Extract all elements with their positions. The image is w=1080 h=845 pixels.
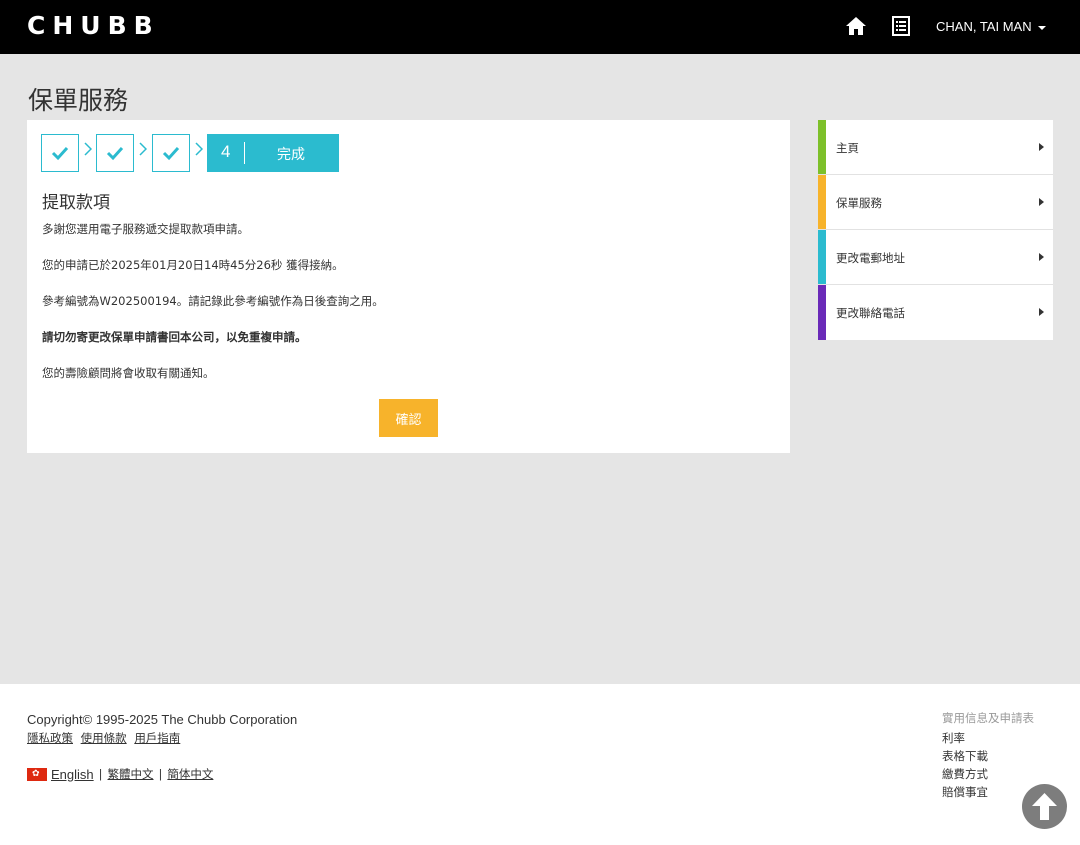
sidebar-color-bar [818,230,826,284]
hong-kong-flag-icon: ✿ [27,767,47,781]
chubb-logo[interactable]: CHUBB [27,11,160,41]
top-navbar: CHUBB CHAN, TAI MAN [0,0,1080,54]
check-icon [162,146,180,161]
document-list-icon[interactable] [890,15,912,37]
section-heading: 提取款項 [42,193,110,213]
caret-right-icon [1039,143,1044,151]
privacy-policy-link[interactable]: 隱私政策 [27,731,73,745]
sidebar-color-bar [818,285,826,340]
sidebar-color-bar [818,120,826,174]
thank-you-text: 多謝您選用電子服務遞交提取款項申請。 [42,222,249,236]
sidebar-item-label: 更改電郵地址 [836,251,905,265]
sidebar-item-label: 更改聯絡電話 [836,306,905,320]
footer: Copyright© 1995-2025 The Chubb Corporati… [0,684,1080,845]
footer-links: 隱私政策 使用條款 用戶指南 [27,730,184,746]
warning-text: 請切勿寄更改保單申請書回本公司，以免重複申請。 [42,330,307,344]
sidebar-item-label: 保單服務 [836,196,882,210]
sidebar-color-bar [818,175,826,229]
accepted-time-text: 您的申請已於2025年01月20日14時45分26秒 獲得接納。 [42,258,344,272]
form-download-link[interactable]: 表格下載 [942,747,1034,765]
language-separator: | [98,767,103,781]
step-2-complete [96,134,134,172]
reference-number-text: 參考編號為W202500194。請記錄此參考編號作為日後查詢之用。 [42,294,384,308]
advisor-notice-text: 您的壽險顧問將會收取有關通知。 [42,366,215,380]
chevron-right-icon [195,142,203,156]
caret-right-icon [1039,198,1044,206]
home-icon[interactable] [845,15,867,37]
payment-methods-link[interactable]: 繳費方式 [942,765,1034,783]
language-traditional-chinese-link[interactable]: 繁體中文 [108,766,154,782]
chevron-right-icon [139,142,147,156]
copyright-text: Copyright© 1995-2025 The Chubb Corporati… [27,712,298,727]
useful-info-title: 實用信息及申請表 [942,711,1034,725]
step-number: 4 [221,142,231,161]
caret-right-icon [1039,253,1044,261]
sidebar-item-change-email[interactable]: 更改電郵地址 [818,230,1053,285]
user-name: CHAN, TAI MAN [936,19,1032,34]
arrow-up-icon [1032,793,1057,820]
sidebar-item-label: 主頁 [836,141,859,155]
interest-rate-link[interactable]: 利率 [942,729,1034,747]
check-icon [51,146,69,161]
language-switcher: ✿ English | 繁體中文 | 簡体中文 [27,766,217,782]
page-title: 保單服務 [28,86,129,115]
sidebar-item-home[interactable]: 主頁 [818,120,1053,175]
step-divider [244,142,245,164]
claims-link[interactable]: 賠償事宜 [942,783,1034,801]
sidebar-menu: 主頁 保單服務 更改電郵地址 更改聯絡電話 [818,120,1053,340]
check-icon [106,146,124,161]
content-card: 4 完成 提取款項 多謝您選用電子服務遞交提取款項申請。 您的申請已於2025年… [27,120,790,453]
chevron-right-icon [84,142,92,156]
useful-info-section: 實用信息及申請表 利率 表格下載 繳費方式 賠償事宜 [942,710,1034,801]
step-1-complete [41,134,79,172]
user-menu[interactable]: CHAN, TAI MAN [936,19,1046,34]
caret-right-icon [1039,308,1044,316]
language-simplified-chinese-link[interactable]: 簡体中文 [167,766,213,782]
step-3-complete [152,134,190,172]
sidebar-item-policy-services[interactable]: 保單服務 [818,175,1053,230]
scroll-to-top-button[interactable] [1022,784,1067,829]
user-guide-link[interactable]: 用戶指南 [134,731,180,745]
step-label: 完成 [277,147,305,163]
sidebar-item-change-phone[interactable]: 更改聯絡電話 [818,285,1053,340]
language-separator: | [158,767,163,781]
chevron-down-icon [1037,25,1046,30]
main-area: 保單服務 4 完成 提取款項 多謝您選用電子服務遞交提取款項申請。 您的申請已於… [0,54,1080,684]
step-4-current: 4 完成 [207,134,339,172]
language-english-link[interactable]: English [51,767,94,782]
confirm-button[interactable]: 確認 [379,399,438,437]
terms-of-use-link[interactable]: 使用條款 [81,731,127,745]
